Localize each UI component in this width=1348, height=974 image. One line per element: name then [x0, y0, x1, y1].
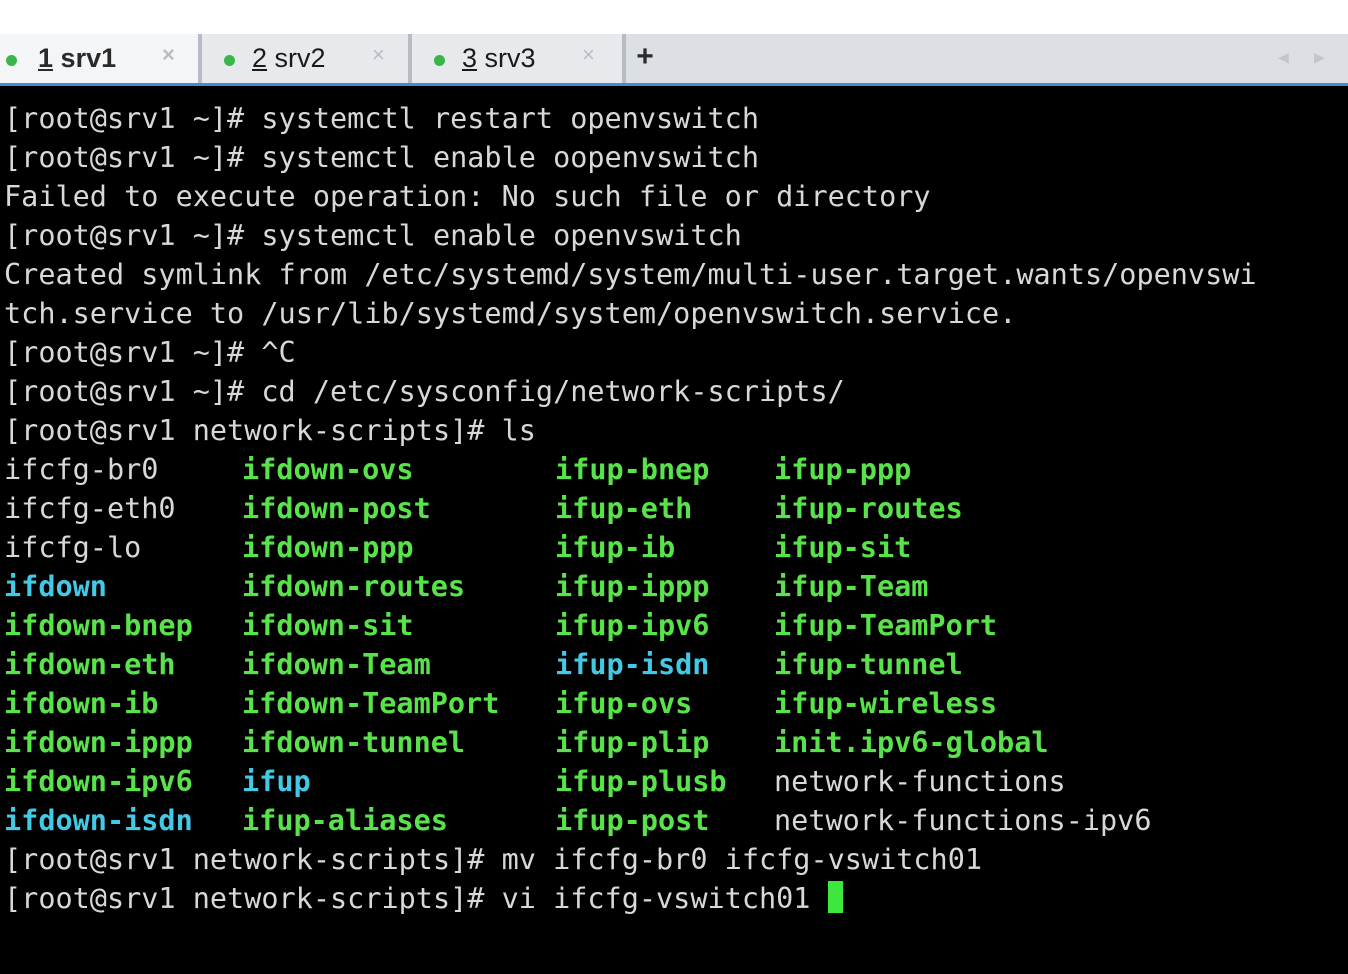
ls-entry: ifdown-eth [4, 648, 176, 681]
ls-entry: ifdown-ib [4, 687, 159, 720]
window-top-strip [0, 0, 1348, 34]
ls-entry: ifcfg-lo [4, 531, 142, 564]
close-icon[interactable]: × [372, 42, 385, 68]
ls-entry: network-functions-ipv6 [774, 804, 1152, 837]
scroll-left-icon[interactable]: ◀ [1278, 47, 1289, 68]
ls-entry: init.ipv6-global [774, 726, 1049, 759]
terminal-prompt-text: [root@srv1 network-scripts]# vi ifcfg-vs… [4, 882, 828, 915]
tab-label: 2 srv2 [252, 43, 326, 73]
ls-entry: ifup-plip [555, 726, 710, 759]
terminal-line: tch.service to /usr/lib/systemd/system/o… [4, 297, 1017, 330]
tab-status-dot [224, 55, 235, 66]
ls-entry: ifdown-ippp [4, 726, 193, 759]
ls-entry: ifup-routes [774, 492, 963, 525]
ls-entry: ifup-eth [555, 492, 693, 525]
ls-entry: ifup-bnep [555, 453, 710, 486]
terminal-line: [root@srv1 ~]# systemctl enable openvswi… [4, 219, 742, 252]
tab-srv2[interactable]: 2 srv2 × [202, 34, 408, 83]
ls-entry: ifcfg-eth0 [4, 492, 176, 525]
ls-entry: ifup-plusb [555, 765, 727, 798]
ls-entry: ifup-ib [555, 531, 676, 564]
close-icon[interactable]: × [582, 42, 595, 68]
ls-entry: ifup-tunnel [774, 648, 963, 681]
tab-status-dot [434, 55, 445, 66]
terminal-line: [root@srv1 network-scripts]# mv ifcfg-br… [4, 843, 983, 876]
terminal-line: [root@srv1 ~]# systemctl enable oopenvsw… [4, 141, 759, 174]
tab-srv3[interactable]: 3 srv3 × [412, 34, 622, 83]
close-icon[interactable]: × [162, 42, 175, 68]
ls-entry: ifup-TeamPort [774, 609, 998, 642]
ls-entry: ifup-wireless [774, 687, 998, 720]
tab-status-dot [6, 55, 17, 66]
ls-entry: ifup-ippp [555, 570, 710, 603]
terminal-line: [root@srv1 ~]# systemctl restart openvsw… [4, 102, 759, 135]
ls-entry: ifup [242, 765, 311, 798]
terminal-cursor [827, 881, 843, 913]
ls-entry: ifdown-ovs [242, 453, 414, 486]
terminal-prompt-line: [root@srv1 network-scripts]# vi ifcfg-vs… [4, 879, 843, 918]
terminal-line: Failed to execute operation: No such fil… [4, 180, 931, 213]
ls-entry: ifdown-Team [242, 648, 431, 681]
tab-label: 1 srv1 [38, 43, 117, 73]
terminal-line: Created symlink from /etc/systemd/system… [4, 258, 1257, 291]
ls-entry: ifup-sit [774, 531, 912, 564]
ls-entry: ifdown [4, 570, 107, 603]
terminal-line: [root@srv1 network-scripts]# ls [4, 414, 536, 447]
terminal-line: [root@srv1 ~]# cd /etc/sysconfig/network… [4, 375, 845, 408]
ls-entry: ifup-aliases [242, 804, 448, 837]
tab-bar: 1 srv1 × 2 srv2 × 3 srv3 × + ◀ ▶ [0, 34, 1348, 86]
ls-entry: ifup-ovs [555, 687, 693, 720]
ls-entry: ifdown-bnep [4, 609, 193, 642]
ls-entry: ifdown-ppp [242, 531, 414, 564]
ls-entry: ifdown-isdn [4, 804, 193, 837]
ls-entry: ifup-ppp [774, 453, 912, 486]
ls-entry: ifup-isdn [555, 648, 710, 681]
ls-entry: ifcfg-br0 [4, 453, 159, 486]
ls-entry: ifdown-ipv6 [4, 765, 193, 798]
ls-entry: ifdown-post [242, 492, 431, 525]
terminal-output[interactable]: [root@srv1 ~]# systemctl restart openvsw… [0, 99, 1348, 974]
ls-entry: ifup-ipv6 [555, 609, 710, 642]
ls-entry: ifup-post [555, 804, 710, 837]
ls-entry: ifdown-routes [242, 570, 466, 603]
tab-label: 3 srv3 [462, 43, 536, 73]
tab-srv1[interactable]: 1 srv1 × [0, 34, 198, 83]
ls-entry: ifdown-tunnel [242, 726, 466, 759]
ls-entry: ifdown-TeamPort [242, 687, 500, 720]
new-tab-button[interactable]: + [626, 34, 664, 83]
scroll-right-icon[interactable]: ▶ [1314, 47, 1325, 68]
terminal-line: [root@srv1 ~]# ^C [4, 336, 296, 369]
ls-entry: ifdown-sit [242, 609, 414, 642]
ls-entry: ifup-Team [774, 570, 929, 603]
ls-entry: network-functions [774, 765, 1066, 798]
